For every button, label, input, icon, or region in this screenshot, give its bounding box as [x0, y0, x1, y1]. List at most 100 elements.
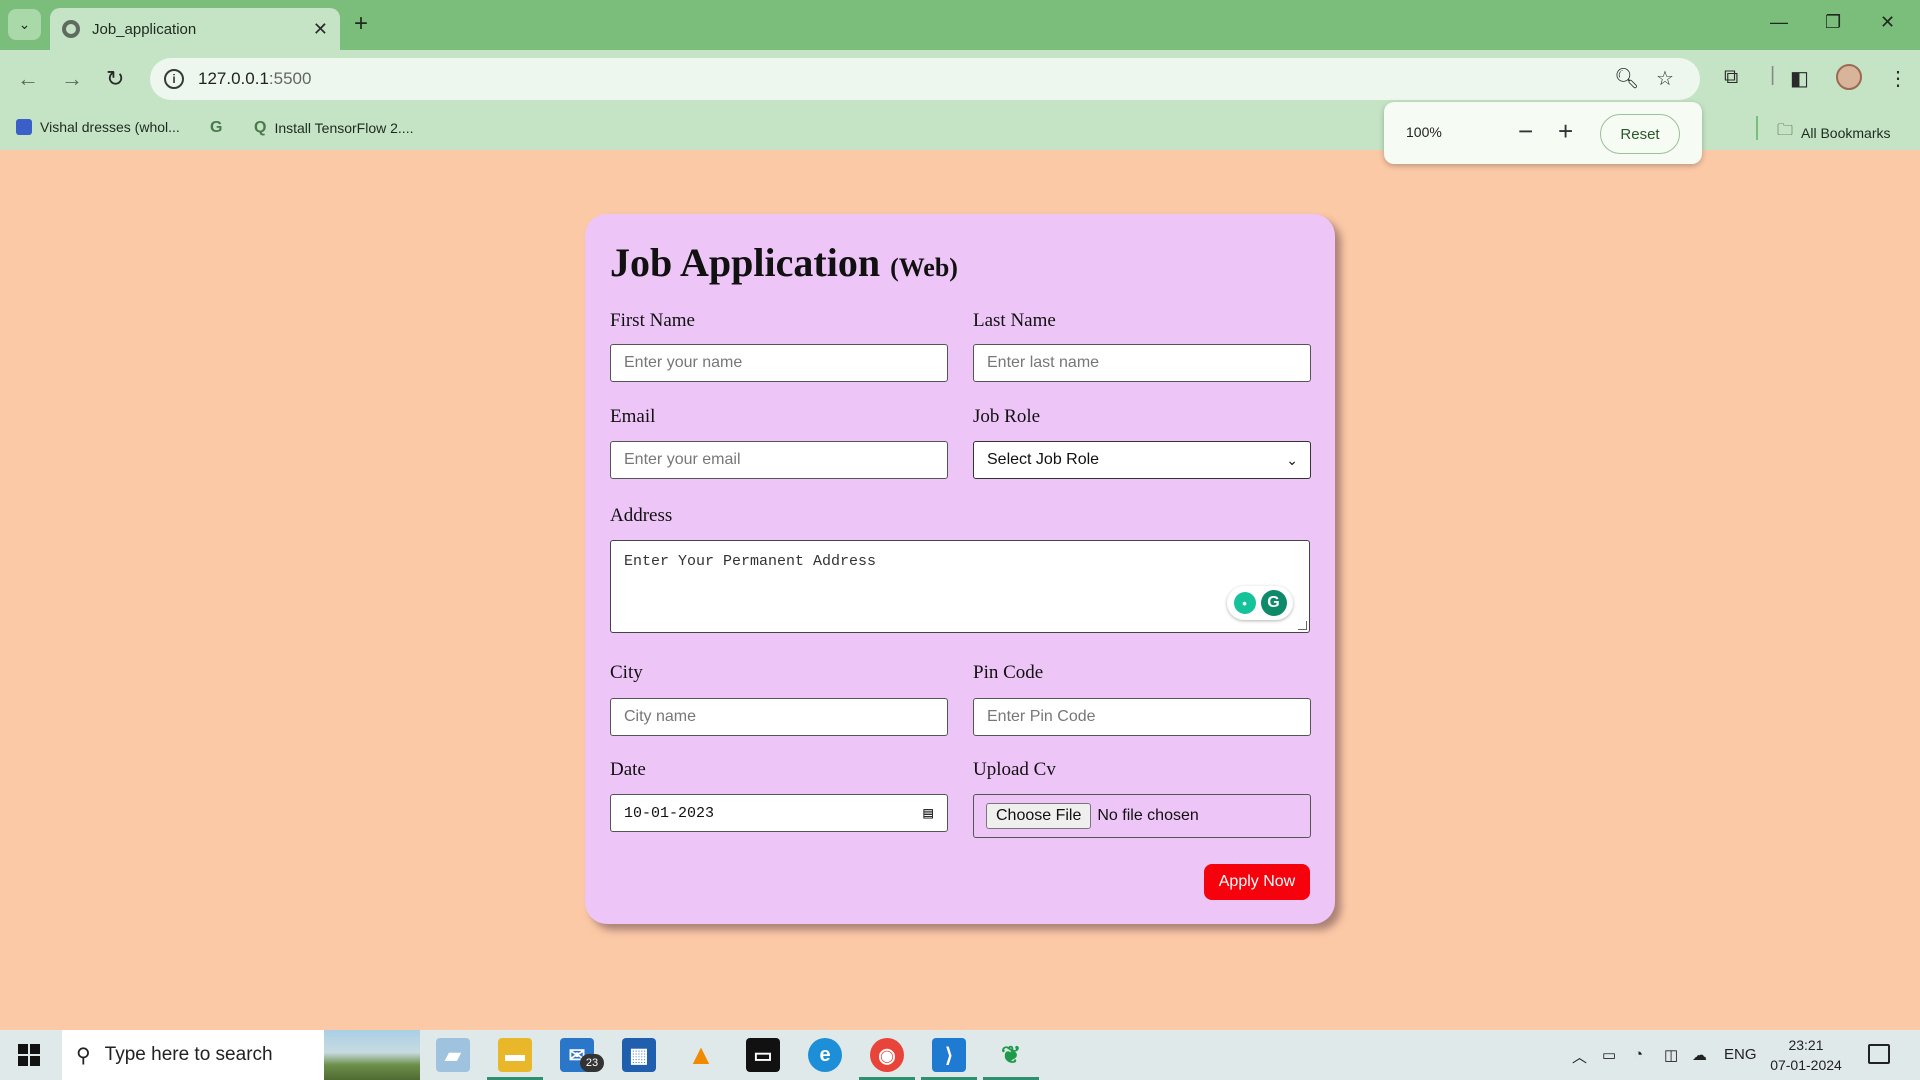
edge-icon[interactable]: e	[808, 1038, 842, 1072]
first-name-label: First Name	[610, 310, 695, 331]
mongodb-icon[interactable]: ❦	[994, 1038, 1028, 1072]
close-window-button[interactable]: ✕	[1880, 12, 1895, 33]
file-explorer-icon[interactable]: ▬	[498, 1038, 532, 1072]
forward-icon[interactable]: →	[61, 66, 83, 92]
zoom-in-button[interactable]: +	[1558, 118, 1573, 144]
tab-title: Job_application	[92, 20, 197, 38]
bookmark-item[interactable]: Vishal dresses (whol...	[16, 119, 180, 135]
mail-badge: 23	[580, 1054, 604, 1072]
resize-handle[interactable]	[1298, 621, 1307, 630]
date-value: 10-01-2023	[624, 804, 715, 822]
address-bar[interactable]: i 127.0.0.1:5500 🔍︎ ☆	[150, 58, 1700, 100]
separator: |	[1770, 64, 1776, 86]
job-role-select[interactable]: Select Job Role ⌄	[973, 441, 1311, 479]
apply-now-button[interactable]: Apply Now	[1204, 864, 1310, 900]
notepad-icon[interactable]: ▰	[436, 1038, 470, 1072]
grammarly-widget[interactable]: • G	[1227, 586, 1293, 620]
profile-avatar[interactable]	[1836, 64, 1862, 90]
extensions-icon[interactable]: ⧉	[1724, 66, 1738, 89]
last-name-input[interactable]: Enter last name	[973, 344, 1311, 382]
clock-date: 07-01-2024	[1770, 1057, 1842, 1073]
city-input[interactable]: City name	[610, 698, 948, 736]
first-name-input[interactable]: Enter your name	[610, 344, 948, 382]
search-highlight-image	[324, 1030, 420, 1080]
search-placeholder: Type here to search	[104, 1044, 273, 1065]
chevron-down-icon: ⌄	[1286, 451, 1298, 468]
calendar-icon[interactable]: ▤	[923, 803, 933, 823]
side-panel-icon[interactable]: ◧	[1790, 66, 1809, 91]
close-tab-icon[interactable]: ✕	[313, 19, 328, 40]
language-indicator[interactable]: ENG	[1724, 1046, 1757, 1063]
email-input[interactable]: Enter your email	[610, 441, 948, 479]
zoom-icon[interactable]: 🔍︎	[1614, 66, 1639, 91]
bookmark-star-icon[interactable]: ☆	[1656, 66, 1674, 91]
date-label: Date	[610, 759, 646, 780]
bookmark-favicon	[16, 119, 32, 135]
bookmark-label: Install TensorFlow 2....	[274, 120, 414, 136]
last-name-label: Last Name	[973, 310, 1056, 331]
new-tab-button[interactable]: +	[354, 12, 368, 36]
grammarly-icon: G	[1260, 590, 1287, 616]
chrome-icon[interactable]: ◉	[870, 1038, 904, 1072]
upload-cv-label: Upload Cv	[973, 759, 1056, 780]
city-label: City	[610, 662, 643, 683]
site-info-icon[interactable]: i	[164, 69, 184, 89]
chevron-down-icon: ⌄	[18, 16, 31, 32]
chevron-up-icon[interactable]: ︿	[1572, 1046, 1587, 1067]
windows-taskbar: ⚲ Type here to search ▰ ▬ ✉ 23 ▦ ▲ ▭ e ◉…	[0, 1030, 1920, 1080]
zoom-out-button[interactable]: −	[1518, 118, 1533, 144]
browser-titlebar: ⌄ Job_application ✕ + — ❐ ✕	[0, 0, 1920, 50]
minimize-button[interactable]: —	[1770, 12, 1788, 33]
vscode-icon[interactable]: ⟩	[932, 1038, 966, 1072]
taskbar-search-box[interactable]: ⚲ Type here to search	[62, 1030, 420, 1080]
search-icon: ⚲	[76, 1044, 91, 1067]
back-icon[interactable]: ←	[17, 66, 39, 92]
page-title: Job Application (Web)	[610, 240, 958, 285]
all-bookmarks-button[interactable]: 🗀 All Bookmarks	[1777, 119, 1890, 146]
browser-toolbar: ← → ↻ i 127.0.0.1:5500 🔍︎ ☆	[0, 50, 1920, 108]
bookmark-item[interactable]: Q Install TensorFlow 2....	[254, 119, 413, 137]
globe-icon	[62, 20, 80, 38]
notification-icon[interactable]	[1868, 1044, 1890, 1064]
clock-time: 23:21	[1788, 1037, 1824, 1053]
zoom-level: 100%	[1406, 124, 1442, 140]
job-role-label: Job Role	[973, 406, 1041, 427]
clock[interactable]: 23:21 07-01-2024	[1760, 1035, 1852, 1075]
url-text: 127.0.0.1:5500	[198, 69, 312, 88]
bookmark-item-google[interactable]: G	[210, 119, 222, 137]
address-label: Address	[610, 505, 673, 526]
folder-icon: 🗀	[1777, 122, 1794, 139]
job-application-form: Job Application (Web) First Name Enter y…	[585, 214, 1335, 924]
store-icon[interactable]: ▦	[622, 1038, 656, 1072]
date-input[interactable]: 10-01-2023 ▤	[610, 794, 948, 832]
windows-start-icon[interactable]	[18, 1044, 40, 1066]
zoom-reset-button[interactable]: Reset	[1600, 114, 1680, 154]
choose-file-button[interactable]: Choose File	[986, 803, 1092, 829]
zoom-popup: 100% − + Reset	[1384, 102, 1702, 164]
reload-icon[interactable]: ↻	[106, 66, 124, 92]
email-label: Email	[610, 406, 656, 427]
vlc-icon[interactable]: ▲	[684, 1038, 718, 1072]
restore-button[interactable]: ❐	[1825, 12, 1841, 33]
lightbulb-icon: •	[1233, 592, 1256, 614]
job-role-selected: Select Job Role	[987, 451, 1100, 468]
cloud-offline-icon[interactable]: ☁	[1692, 1046, 1707, 1064]
divider	[1756, 116, 1758, 140]
wifi-icon[interactable]: ◔	[1634, 1046, 1643, 1063]
bookmark-label: Vishal dresses (whol...	[40, 119, 180, 135]
cv-file-input[interactable]: Choose File No file chosen	[973, 794, 1311, 838]
terminal-icon[interactable]: ▭	[746, 1038, 780, 1072]
google-icon: G	[210, 119, 223, 136]
file-status: No file chosen	[1097, 807, 1199, 824]
battery-icon[interactable]: ▭	[1602, 1046, 1616, 1064]
tab-search-button[interactable]: ⌄	[8, 9, 41, 40]
menu-icon[interactable]: ⋮	[1888, 66, 1908, 91]
speaker-icon[interactable]: ◫	[1664, 1046, 1678, 1064]
address-placeholder: Enter Your Permanent Address	[624, 553, 877, 570]
all-bookmarks-label: All Bookmarks	[1801, 124, 1891, 141]
search-icon: Q	[254, 119, 267, 136]
browser-tab[interactable]: Job_application ✕	[50, 8, 340, 50]
pin-code-label: Pin Code	[973, 662, 1044, 683]
address-textarea[interactable]: Enter Your Permanent Address • G	[610, 540, 1310, 633]
pin-code-input[interactable]: Enter Pin Code	[973, 698, 1311, 736]
